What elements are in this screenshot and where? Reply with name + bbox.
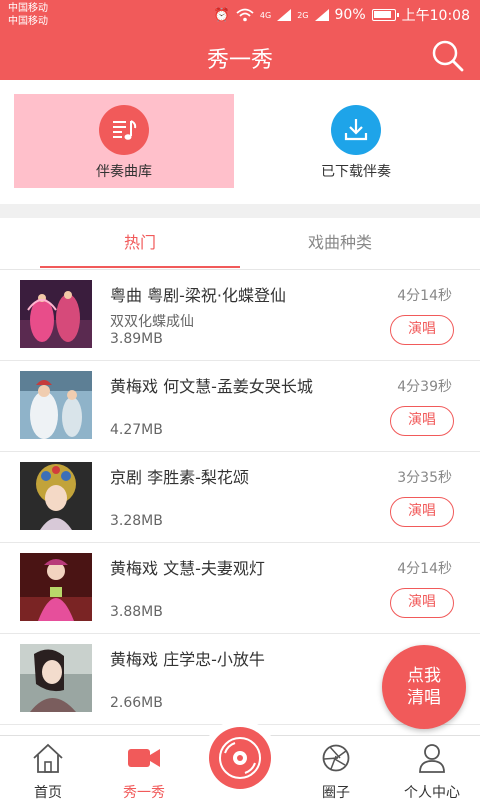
song-title: 京剧 李胜素-梨花颂 [110, 468, 249, 487]
sing-button[interactable]: 演唱 [390, 588, 454, 618]
record-disc-icon [219, 737, 261, 779]
nav-profile[interactable]: 个人中心 [384, 742, 480, 800]
nav-home[interactable]: 首页 [0, 742, 96, 800]
nav-label: 个人中心 [404, 785, 460, 800]
sing-button[interactable]: 演唱 [390, 406, 454, 436]
video-camera-icon [128, 749, 160, 767]
song-title: 粤曲 粤剧-梁祝·化蝶登仙 [110, 286, 286, 305]
song-size: 3.89MB [110, 331, 163, 347]
status-bar: 中国移动 中国移动 ⏰ 4G 2G 90% 上午10:08 [0, 0, 480, 32]
tab-opera-types[interactable]: 戏曲种类 [240, 218, 440, 268]
song-duration: 3分35秒 [397, 470, 452, 486]
page-title: 秀一秀 [206, 48, 273, 73]
carrier-2: 中国移动 [8, 16, 48, 27]
search-icon [432, 40, 464, 72]
category-label: 已下载伴奏 [321, 164, 391, 180]
wifi-icon [236, 8, 254, 22]
nav-label: 秀一秀 [123, 785, 165, 800]
music-library-icon [99, 105, 149, 155]
signal-icon-2 [314, 9, 329, 21]
song-title: 黄梅戏 何文慧-孟姜女哭长城 [110, 377, 313, 396]
battery-percent: 90% [334, 7, 366, 23]
alarm-icon: ⏰ [213, 7, 230, 23]
list-item[interactable]: 黄梅戏 文慧-夫妻观灯 3.88MB 4分14秒 演唱 [0, 543, 480, 634]
signal-icon [277, 9, 292, 21]
a-cappella-button[interactable]: 点我 清唱 [382, 645, 466, 729]
song-duration: 4分39秒 [397, 379, 452, 395]
network-type-2: 2G [297, 10, 309, 20]
song-size: 3.28MB [110, 513, 163, 529]
song-thumbnail [20, 280, 92, 348]
tab-bar: 热门 戏曲种类 [0, 218, 480, 270]
title-bar: 秀一秀 [0, 32, 480, 80]
nav-show[interactable]: 秀一秀 [96, 742, 192, 800]
song-size: 3.88MB [110, 604, 163, 620]
song-title: 黄梅戏 文慧-夫妻观灯 [110, 559, 265, 578]
sing-button[interactable]: 演唱 [390, 497, 454, 527]
record-button[interactable] [202, 720, 278, 796]
network-type-1: 4G [259, 10, 272, 20]
carrier-info: 中国移动 中国移动 [8, 2, 48, 28]
category-downloaded[interactable]: 已下载伴奏 [246, 94, 466, 188]
song-size: 4.27MB [110, 422, 163, 438]
sing-button[interactable]: 演唱 [390, 315, 454, 345]
nav-label: 首页 [34, 785, 62, 800]
tab-hot[interactable]: 热门 [40, 218, 240, 268]
user-icon [419, 744, 445, 773]
status-indicators: ⏰ 4G 2G 90% 上午10:08 [214, 5, 470, 25]
carrier-1: 中国移动 [8, 3, 48, 14]
song-thumbnail [20, 553, 92, 621]
battery-icon [371, 9, 399, 21]
song-duration: 4分14秒 [397, 288, 452, 304]
list-item[interactable]: 京剧 李胜素-梨花颂 3.28MB 3分35秒 演唱 [0, 452, 480, 543]
download-icon [331, 105, 381, 155]
song-thumbnail [20, 644, 92, 712]
song-thumbnail [20, 371, 92, 439]
song-subtitle: 双双化蝶成仙 [110, 314, 194, 330]
song-duration: 4分14秒 [397, 561, 452, 577]
song-title: 黄梅戏 庄学忠-小放牛 [110, 650, 265, 669]
section-divider [0, 204, 480, 218]
category-section: 伴奏曲库 已下载伴奏 [0, 80, 480, 204]
nav-label: 圈子 [322, 785, 350, 800]
search-button[interactable] [430, 38, 466, 74]
song-thumbnail [20, 462, 92, 530]
fab-line-2: 清唱 [407, 688, 441, 708]
home-icon [33, 743, 63, 773]
fab-line-1: 点我 [407, 666, 441, 686]
list-item[interactable]: 黄梅戏 何文慧-孟姜女哭长城 4.27MB 4分39秒 演唱 [0, 361, 480, 452]
category-accompaniment-library[interactable]: 伴奏曲库 [14, 94, 234, 188]
nav-circle[interactable]: 圈子 [288, 742, 384, 800]
list-item[interactable]: 粤曲 粤剧-梁祝·化蝶登仙 双双化蝶成仙 3.89MB 4分14秒 演唱 [0, 270, 480, 361]
clock: 上午10:08 [401, 8, 470, 24]
song-size: 2.66MB [110, 695, 163, 711]
aperture-icon [322, 744, 350, 772]
category-label: 伴奏曲库 [96, 164, 152, 180]
